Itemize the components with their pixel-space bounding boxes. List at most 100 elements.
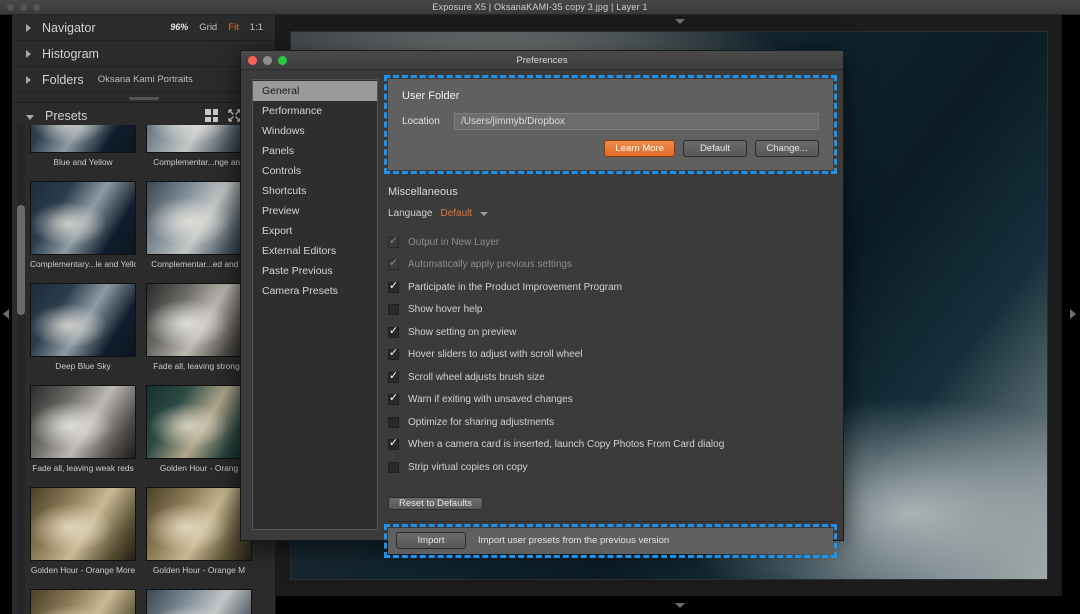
prefs-nav-item-controls[interactable]: Controls — [253, 161, 377, 181]
preset-thumbnail[interactable] — [146, 385, 252, 459]
preset-caption: Golden Hour - Orange M — [146, 565, 252, 575]
preset-item[interactable]: Golden Hour - Orange M — [146, 487, 252, 575]
language-value[interactable]: Default — [441, 208, 473, 219]
checkbox-icon[interactable] — [388, 372, 399, 383]
prefs-nav-item-camera-presets[interactable]: Camera Presets — [253, 281, 377, 301]
preset-item[interactable]: Complementar...ed and C — [146, 181, 252, 269]
panel-folders[interactable]: Folders Oksana Kami Portraits — [12, 67, 275, 93]
presets-grid[interactable]: Blue and YellowComplementar...nge andCom… — [30, 125, 262, 614]
navigator-mode-1to1[interactable]: 1:1 — [250, 22, 263, 33]
window-titlebar: Exposure X5 | OksanaKAMI-35 copy 3.jpg |… — [0, 0, 1080, 15]
checkbox-icon[interactable] — [388, 462, 399, 473]
preset-thumbnail[interactable] — [30, 125, 136, 153]
prefs-nav-item-performance[interactable]: Performance — [253, 101, 377, 121]
checkbox-icon[interactable] — [388, 259, 399, 270]
navigator-mode-grid[interactable]: Grid — [199, 22, 217, 33]
chevron-down-icon[interactable] — [480, 212, 488, 216]
presets-list-container[interactable]: Blue and YellowComplementar...nge andCom… — [12, 125, 275, 614]
reset-row: Reset to Defaults — [388, 493, 833, 511]
preset-thumbnail[interactable] — [30, 181, 136, 255]
preset-thumbnail[interactable] — [146, 181, 252, 255]
checkbox-row[interactable]: Show hover help — [388, 299, 833, 322]
preset-thumbnail[interactable] — [146, 283, 252, 357]
location-input[interactable]: /Users/jimmyb/Dropbox — [454, 113, 819, 130]
checkbox-label: When a camera card is inserted, launch C… — [408, 439, 724, 450]
checkbox-icon[interactable] — [388, 394, 399, 405]
preset-item[interactable]: Blue and Yellow — [30, 125, 136, 167]
presets-scrollbar-thumb[interactable] — [17, 205, 25, 315]
preset-item[interactable] — [30, 589, 136, 614]
prefs-nav-item-general[interactable]: General — [253, 81, 377, 101]
preset-item[interactable]: Fade all, leaving strong r — [146, 283, 252, 371]
preset-item[interactable]: Golden Hour - Orang — [146, 385, 252, 473]
prefs-nav-item-export[interactable]: Export — [253, 221, 377, 241]
navigator-mode-fit[interactable]: Fit — [228, 22, 239, 33]
preset-thumbnail[interactable] — [30, 283, 136, 357]
checkbox-icon[interactable] — [388, 417, 399, 428]
default-folder-button[interactable]: Default — [683, 140, 747, 157]
change-folder-button[interactable]: Change... — [755, 140, 819, 157]
preset-item[interactable]: Complementar...nge and — [146, 125, 252, 167]
preferences-titlebar[interactable]: Preferences — [241, 51, 843, 70]
checkbox-row[interactable]: Scroll wheel adjusts brush size — [388, 366, 833, 389]
prefs-nav-item-external-editors[interactable]: External Editors — [253, 241, 377, 261]
checkbox-row[interactable]: Warn if exiting with unsaved changes — [388, 389, 833, 412]
top-panel-collapse-arrow[interactable] — [675, 19, 685, 24]
panel-resize-handle[interactable] — [12, 93, 275, 103]
prefs-nav-item-paste-previous[interactable]: Paste Previous — [253, 261, 377, 281]
checkbox-icon[interactable] — [388, 237, 399, 248]
checkbox-icon[interactable] — [388, 282, 399, 293]
preset-thumbnail[interactable] — [30, 589, 136, 614]
grid-view-icon[interactable] — [205, 109, 218, 122]
language-label: Language — [388, 208, 433, 219]
preset-item[interactable]: Complementary...le and Yellow — [30, 181, 136, 269]
checkbox-row[interactable]: Optimize for sharing adjustments — [388, 411, 833, 434]
preferences-dialog[interactable]: Preferences GeneralPerformanceWindowsPan… — [240, 50, 844, 541]
preset-thumbnail[interactable] — [30, 487, 136, 561]
prefs-nav-item-preview[interactable]: Preview — [253, 201, 377, 221]
preset-item[interactable]: Fade all, leaving weak reds — [30, 385, 136, 473]
preset-item[interactable]: Deep Blue Sky — [30, 283, 136, 371]
panel-histogram[interactable]: Histogram — [12, 41, 275, 67]
preferences-checkbox-list[interactable]: Output in New LayerAutomatically apply p… — [388, 231, 833, 479]
chevron-right-icon — [26, 50, 31, 58]
import-button[interactable]: Import — [396, 532, 466, 549]
checkbox-icon[interactable] — [388, 439, 399, 450]
preset-item[interactable]: Golden Hour - Orange More — [30, 487, 136, 575]
prefs-nav-item-shortcuts[interactable]: Shortcuts — [253, 181, 377, 201]
user-folder-buttons: Learn More Default Change... — [402, 140, 819, 157]
prefs-nav-item-windows[interactable]: Windows — [253, 121, 377, 141]
language-row[interactable]: Language Default — [388, 208, 833, 219]
presets-header-icons[interactable] — [205, 109, 241, 122]
checkbox-row[interactable]: Hover sliders to adjust with scroll whee… — [388, 344, 833, 367]
preset-thumbnail[interactable] — [146, 589, 252, 614]
checkbox-row[interactable]: Output in New Layer — [388, 231, 833, 254]
reset-to-defaults-button[interactable]: Reset to Defaults — [388, 497, 483, 510]
checkbox-icon[interactable] — [388, 349, 399, 360]
checkbox-row[interactable]: Strip virtual copies on copy — [388, 456, 833, 479]
panel-navigator[interactable]: Navigator 96% Grid Fit 1:1 — [12, 15, 275, 41]
preferences-body: GeneralPerformanceWindowsPanelsControlsS… — [241, 70, 843, 540]
checkbox-row[interactable]: Automatically apply previous settings — [388, 254, 833, 277]
preferences-nav-list[interactable]: GeneralPerformanceWindowsPanelsControlsS… — [252, 79, 378, 530]
checkbox-row[interactable]: When a camera card is inserted, launch C… — [388, 434, 833, 457]
navigator-controls[interactable]: 96% Grid Fit 1:1 — [170, 22, 263, 33]
preset-thumbnail[interactable] — [146, 125, 252, 153]
learn-more-button[interactable]: Learn More — [604, 140, 675, 157]
bottom-panel-collapse-arrow[interactable] — [675, 603, 685, 608]
checkbox-row[interactable]: Participate in the Product Improvement P… — [388, 276, 833, 299]
right-panel-collapse-arrow[interactable] — [1070, 309, 1076, 319]
preset-thumbnail[interactable] — [146, 487, 252, 561]
checkbox-icon[interactable] — [388, 304, 399, 315]
checkbox-icon[interactable] — [388, 327, 399, 338]
preset-caption: Golden Hour - Orange More — [30, 565, 136, 575]
preset-item[interactable] — [146, 589, 252, 614]
prefs-nav-item-panels[interactable]: Panels — [253, 141, 377, 161]
user-folder-title: User Folder — [402, 90, 819, 102]
left-panel-collapse-arrow[interactable] — [3, 309, 9, 319]
preset-thumbnail[interactable] — [30, 385, 136, 459]
checkbox-row[interactable]: Show setting on preview — [388, 321, 833, 344]
presets-scrollbar-track[interactable] — [17, 125, 25, 614]
import-presets-row: Import Import user presets from the prev… — [388, 528, 833, 554]
checkbox-label: Strip virtual copies on copy — [408, 462, 528, 473]
